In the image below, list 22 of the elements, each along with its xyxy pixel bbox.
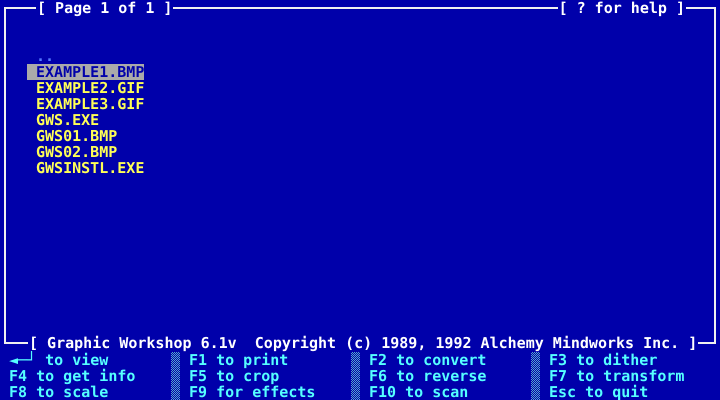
key-hint: F6 to reverse: [369, 368, 486, 384]
file-item[interactable]: EXAMPLE1.BMP: [27, 64, 144, 80]
file-item[interactable]: EXAMPLE2.GIF: [27, 80, 144, 96]
file-item[interactable]: GWSINSTL.EXE: [27, 160, 144, 176]
file-item[interactable]: GWS01.BMP: [27, 128, 118, 144]
key-hint: F1 to print: [189, 352, 288, 368]
page-indicator: [ Page 1 of 1 ]: [36, 0, 174, 16]
file-item[interactable]: GWS02.BMP: [27, 144, 118, 160]
key-hint: ◄─┘ to view: [9, 352, 108, 368]
file-item[interactable]: GWS.EXE: [27, 112, 100, 128]
key-hint: F8 to scale: [9, 384, 108, 400]
key-hint: F4 to get info: [9, 368, 136, 384]
key-hint: F7 to transform: [549, 368, 684, 384]
key-hint: F3 to dither: [549, 352, 658, 368]
key-hint: F9 for effects: [189, 384, 316, 400]
key-hint: F10 to scan: [369, 384, 468, 400]
key-hint: Esc to quit: [549, 384, 648, 400]
help-hint: [ ? for help ]: [558, 0, 686, 16]
file-item[interactable]: EXAMPLE3.GIF: [27, 96, 144, 112]
copyright-text: [ Graphic Workshop 6.1v Copyright (c) 1989, 1992 Alchemy Mindworks Inc. ]: [28, 335, 698, 351]
key-hint: F5 to crop: [189, 368, 280, 384]
key-hint: F2 to convert: [369, 352, 486, 368]
